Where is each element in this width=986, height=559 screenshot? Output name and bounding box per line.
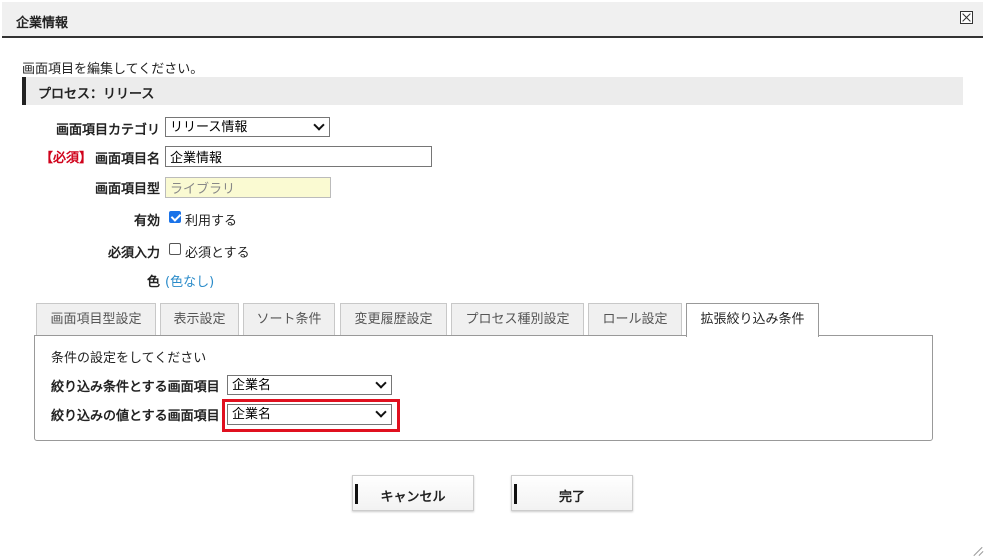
- resize-handle-icon[interactable]: [973, 546, 983, 556]
- filter-item-label: 絞り込み条件とする画面項目: [51, 380, 220, 395]
- name-label: 画面項目名: [94, 152, 160, 167]
- tab-change-history[interactable]: 変更履歴設定: [340, 303, 447, 335]
- tab-sort-conditions[interactable]: ソート条件: [243, 303, 335, 335]
- tab-display-settings[interactable]: 表示設定: [160, 303, 239, 335]
- tab-field-type-settings[interactable]: 画面項目型設定: [36, 303, 156, 335]
- panel-description: 条件の設定をしてください: [51, 351, 207, 366]
- instruction-text: 画面項目を編集してください。: [22, 62, 204, 77]
- done-button-label: 完了: [558, 490, 585, 505]
- category-select[interactable]: リリース情報: [165, 117, 330, 137]
- filter-value-item-label: 絞り込みの値とする画面項目: [51, 409, 220, 424]
- close-icon[interactable]: [960, 11, 973, 24]
- highlight-box: [222, 399, 400, 432]
- section-header: プロセス：リリース: [22, 77, 963, 105]
- required-input-checkbox[interactable]: [169, 243, 181, 255]
- color-link[interactable]: (色なし): [165, 271, 214, 290]
- tab-panel: 条件の設定をしてください 絞り込み条件とする画面項目 絞り込みの値とする画面項目: [34, 335, 933, 441]
- enabled-label: 有効: [133, 214, 160, 229]
- enabled-checkbox-label[interactable]: 利用する: [185, 210, 237, 229]
- dialog-titlebar: 企業情報: [2, 2, 983, 38]
- dialog-title: 企業情報: [16, 16, 69, 31]
- enabled-checkbox[interactable]: [169, 211, 181, 223]
- done-button[interactable]: 完了: [511, 475, 633, 511]
- tab-role-settings[interactable]: ロール設定: [588, 303, 682, 335]
- type-field: [165, 177, 331, 198]
- required-input-checkbox-label[interactable]: 必須とする: [185, 242, 250, 261]
- tab-extended-filter[interactable]: 拡張絞り込み条件: [686, 303, 819, 337]
- tab-process-type[interactable]: プロセス種別設定: [451, 303, 584, 335]
- color-label: 色: [146, 275, 160, 290]
- type-label: 画面項目型: [94, 182, 160, 197]
- filter-item-select[interactable]: 企業名: [227, 375, 392, 395]
- cancel-button[interactable]: キャンセル: [352, 475, 474, 511]
- name-input[interactable]: [165, 146, 432, 167]
- required-input-label: 必須入力: [107, 246, 160, 261]
- category-label: 画面項目カテゴリ: [55, 123, 160, 138]
- section-title: プロセス：リリース: [38, 87, 155, 102]
- cancel-button-label: キャンセル: [380, 490, 446, 505]
